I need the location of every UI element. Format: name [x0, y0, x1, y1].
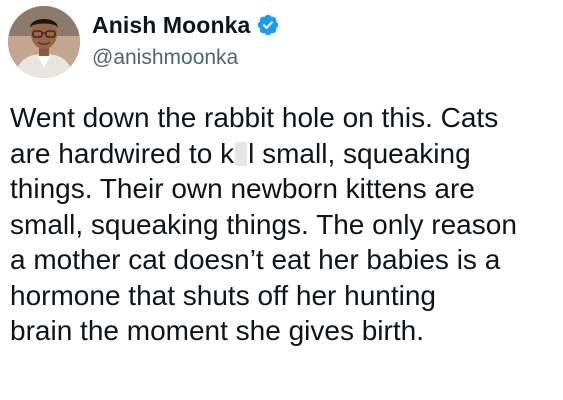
censor-block: [235, 141, 248, 166]
tweet-text: Went down the rabbit hole on this. Cats …: [10, 100, 558, 349]
tweet-line-2-end: l small, squeaking: [248, 137, 471, 169]
tweet-line-5: a mother cat doesn’t eat her babies is a: [10, 244, 501, 275]
tweet-line-1: Went down the rabbit hole on this. Cats: [10, 102, 499, 133]
tweet-line-7: brain the moment she gives birth.: [10, 315, 424, 346]
tweet-card: Anish Moonka @anishmoonka Went down the …: [0, 0, 563, 400]
author-avatar[interactable]: [8, 6, 80, 78]
tweet-line-2: are hardwired to k l small, squeaking: [10, 136, 558, 172]
tweet-line-6: hormone that shuts off her hunting: [10, 279, 436, 311]
author-info: Anish Moonka @anishmoonka: [92, 10, 280, 70]
tweet-line-4: small, squeaking things. The only reason: [10, 208, 517, 240]
verified-badge-icon: [256, 13, 280, 37]
author-handle[interactable]: @anishmoonka: [92, 46, 280, 70]
avatar-photo-icon: [8, 6, 80, 78]
display-name[interactable]: Anish Moonka: [92, 12, 250, 39]
tweet-line-3: things. Their own newborn kittens are: [10, 173, 475, 204]
name-row: Anish Moonka: [92, 10, 280, 40]
tweet-line-2-start: are hardwired to k: [10, 137, 235, 169]
